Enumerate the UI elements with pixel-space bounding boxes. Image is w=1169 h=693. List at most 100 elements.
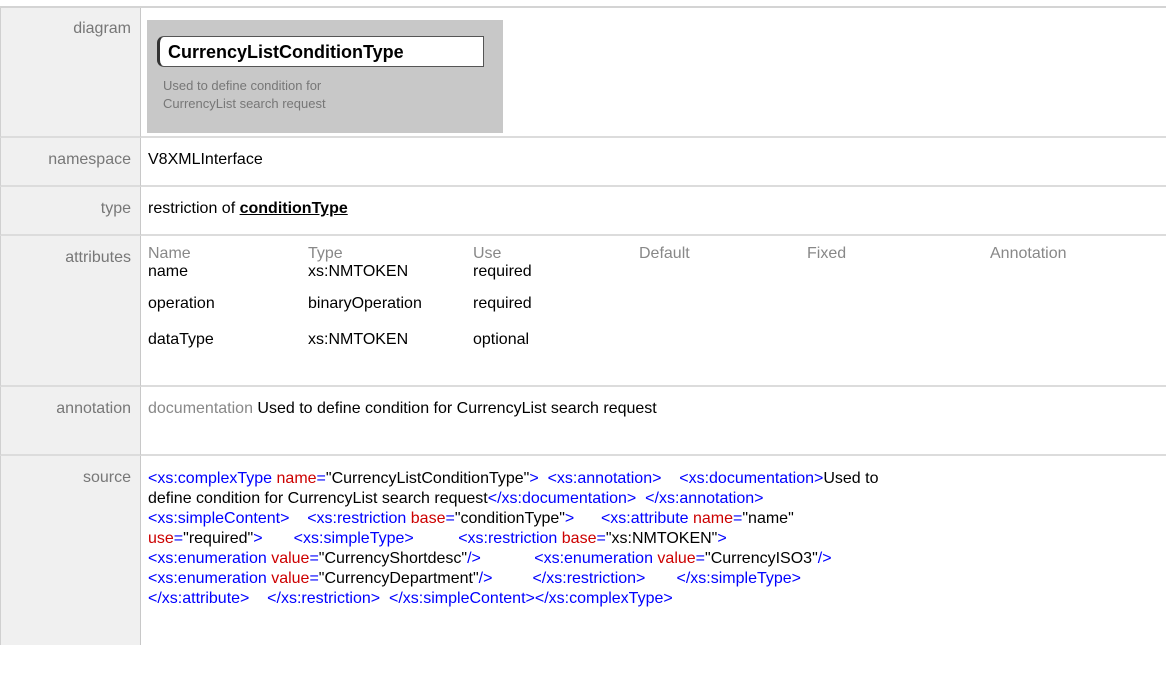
- source-cell: <xs:complexType name="CurrencyListCondit…: [140, 456, 1166, 645]
- attr-fixed: [807, 331, 990, 367]
- src-attr-value: "name": [742, 510, 794, 527]
- schema-doc-table: diagram CurrencyListConditionType Used t…: [0, 6, 1166, 645]
- src-tag: />: [478, 570, 493, 587]
- src-eq: =: [733, 510, 743, 527]
- src-tag: <xs:annotation>: [547, 470, 662, 487]
- src-tag: />: [817, 550, 832, 567]
- attributes-table: Name Type Use Default Fixed Annotation n…: [148, 245, 1150, 367]
- src-attr-name: name: [693, 510, 734, 527]
- annotation-value: documentation Used to define condition f…: [140, 387, 1166, 456]
- row-diagram: diagram CurrencyListConditionType Used t…: [0, 8, 1166, 138]
- src-eq: =: [316, 470, 326, 487]
- col-header-type: Type: [308, 245, 343, 262]
- src-attr-name: use: [148, 530, 174, 547]
- row-label-diagram: diagram: [0, 8, 140, 138]
- attributes-header-row: Name Type Use Default Fixed Annotation: [148, 245, 1150, 263]
- row-label-namespace: namespace: [0, 138, 140, 187]
- src-eq: =: [445, 510, 455, 527]
- diagram-doc-line-2: CurrencyList search request: [163, 96, 326, 111]
- src-eq: =: [173, 530, 184, 547]
- row-label-attributes: attributes: [0, 236, 140, 387]
- row-label-type: type: [0, 187, 140, 236]
- attr-fixed: [807, 295, 990, 331]
- attr-name: dataType: [148, 331, 214, 348]
- src-tag: />: [467, 550, 481, 567]
- attr-fixed: [807, 263, 990, 295]
- src-tag: <xs:simpleContent>: [148, 510, 290, 527]
- schema-doc-page: diagram CurrencyListConditionType Used t…: [0, 0, 1169, 693]
- src-tag: </xs:documentation>: [487, 490, 637, 507]
- diagram-cell: CurrencyListConditionType Used to define…: [140, 8, 1166, 138]
- src-tag: <xs:attribute: [600, 510, 689, 527]
- src-eq: =: [695, 550, 706, 567]
- src-tag: >: [529, 470, 539, 487]
- src-attr-name: value: [657, 550, 696, 567]
- src-attr-name: base: [410, 510, 446, 527]
- attribute-row: dataType xs:NMTOKEN optional: [148, 331, 1150, 367]
- row-attributes: attributes Name Type Use Default Fixed A…: [0, 236, 1166, 387]
- type-diagram[interactable]: CurrencyListConditionType Used to define…: [147, 20, 503, 133]
- src-attr-value: "required": [183, 530, 254, 547]
- src-eq: =: [596, 530, 606, 547]
- src-attr-value: "CurrencyISO3": [705, 550, 818, 567]
- src-eq: =: [309, 570, 319, 587]
- src-tag: >: [564, 510, 575, 527]
- attribute-row: operation binaryOperation required: [148, 295, 1150, 331]
- src-tag: <xs:complexType: [148, 470, 273, 487]
- annotation-text: Used to define condition for CurrencyLis…: [257, 400, 657, 417]
- attr-annotation: [990, 263, 1150, 295]
- namespace-value: V8XMLInterface: [140, 138, 1166, 187]
- src-attr-value: "CurrencyListConditionType": [325, 470, 530, 487]
- src-tag: <xs:restriction: [458, 530, 558, 547]
- col-header-default: Default: [639, 245, 690, 262]
- attributes-cell: Name Type Use Default Fixed Annotation n…: [140, 236, 1166, 387]
- source-code[interactable]: <xs:complexType name="CurrencyListCondit…: [148, 469, 1108, 609]
- src-attr-value: "xs:NMTOKEN": [605, 530, 718, 547]
- src-tag: <xs:enumeration: [148, 550, 267, 567]
- attr-default: [639, 331, 807, 367]
- src-tag: <xs:restriction: [307, 510, 407, 527]
- attr-name: operation: [148, 295, 215, 312]
- type-value: restriction of conditionType: [140, 187, 1166, 236]
- attr-type: xs:NMTOKEN: [308, 263, 409, 280]
- src-attr-name: value: [271, 570, 310, 587]
- src-tag: </xs:attribute>: [148, 590, 250, 607]
- attr-use: required: [473, 295, 532, 312]
- attr-name: name: [148, 263, 189, 280]
- annotation-key: documentation: [148, 400, 253, 417]
- base-type-link[interactable]: conditionType: [240, 200, 348, 217]
- diagram-doc-line-1: Used to define condition for: [163, 78, 322, 93]
- src-attr-value: "CurrencyDepartment": [318, 570, 479, 587]
- diagram-documentation: Used to define condition for CurrencyLis…: [163, 77, 383, 113]
- src-text: define condition for CurrencyList search…: [148, 490, 488, 507]
- src-text: Used to: [823, 470, 879, 487]
- src-attr-name: base: [561, 530, 597, 547]
- src-attr-value: "conditionType": [454, 510, 565, 527]
- row-namespace: namespace V8XMLInterface: [0, 138, 1166, 187]
- attribute-row: name xs:NMTOKEN required: [148, 263, 1150, 295]
- src-tag: <xs:enumeration: [534, 550, 653, 567]
- attr-annotation: [990, 331, 1150, 367]
- row-label-annotation: annotation: [0, 387, 140, 456]
- src-tag: <xs:enumeration: [148, 570, 267, 587]
- src-attr-value: "CurrencyShortdesc": [318, 550, 468, 567]
- src-attr-name: value: [271, 550, 310, 567]
- attr-use: optional: [473, 331, 530, 348]
- attr-annotation: [990, 295, 1150, 331]
- type-prefix: restriction of: [148, 200, 236, 217]
- src-eq: =: [309, 550, 319, 567]
- src-tag: </xs:simpleContent>: [389, 590, 535, 607]
- diagram-type-name: CurrencyListConditionType: [157, 36, 484, 67]
- row-type: type restriction of conditionType: [0, 187, 1166, 236]
- attr-use: required: [473, 263, 532, 280]
- row-source: source <xs:complexType name="CurrencyLis…: [0, 456, 1166, 645]
- col-header-name: Name: [148, 245, 191, 262]
- row-annotation: annotation documentation Used to define …: [0, 387, 1166, 456]
- src-tag: </xs:annotation>: [645, 490, 764, 507]
- col-header-fixed: Fixed: [807, 245, 847, 262]
- src-tag: <xs:documentation>: [679, 470, 824, 487]
- attr-default: [639, 263, 807, 295]
- src-tag: >: [717, 530, 727, 547]
- src-tag: </xs:restriction>: [532, 570, 646, 587]
- src-tag: </xs:simpleType>: [676, 570, 802, 587]
